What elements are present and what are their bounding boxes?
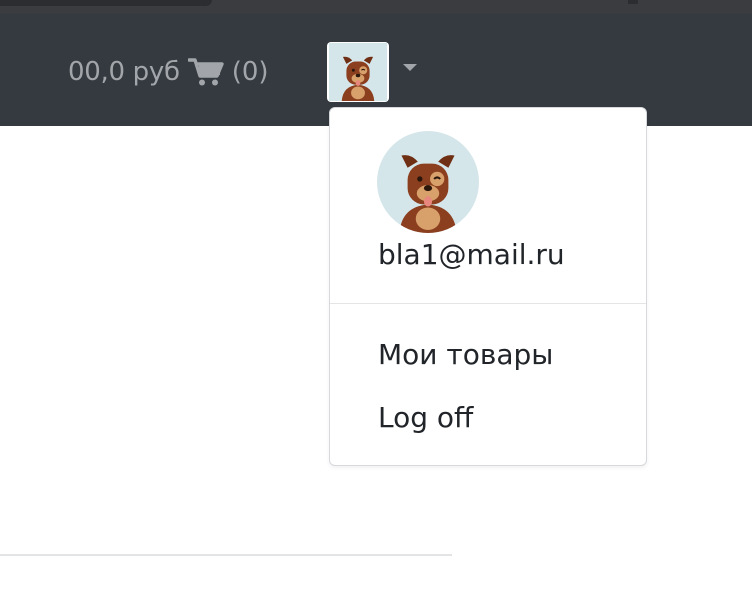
log-off-link[interactable]: Log off	[378, 401, 473, 434]
caret-down-icon[interactable]	[403, 64, 417, 71]
browser-top-strip	[0, 0, 752, 14]
browser-strip-mark	[628, 0, 638, 4]
user-email: bla1@mail.ru	[378, 238, 565, 271]
cart-summary-link[interactable]: 00,0 руб (0)	[68, 57, 269, 87]
dog-avatar-icon	[377, 131, 479, 233]
shopping-cart-icon	[187, 58, 224, 86]
dropdown-divider	[330, 303, 646, 304]
content-divider	[0, 554, 452, 556]
cart-count: (0)	[231, 57, 269, 87]
dog-avatar-icon	[329, 43, 387, 101]
profile-avatar	[377, 131, 479, 233]
my-goods-link[interactable]: Мои товары	[378, 338, 553, 371]
user-menu-toggle[interactable]	[327, 42, 389, 102]
address-bar-edge	[0, 0, 212, 6]
cart-sum: 00,0 руб	[68, 57, 180, 87]
user-dropdown-menu: bla1@mail.ru Мои товары Log off	[329, 107, 647, 466]
